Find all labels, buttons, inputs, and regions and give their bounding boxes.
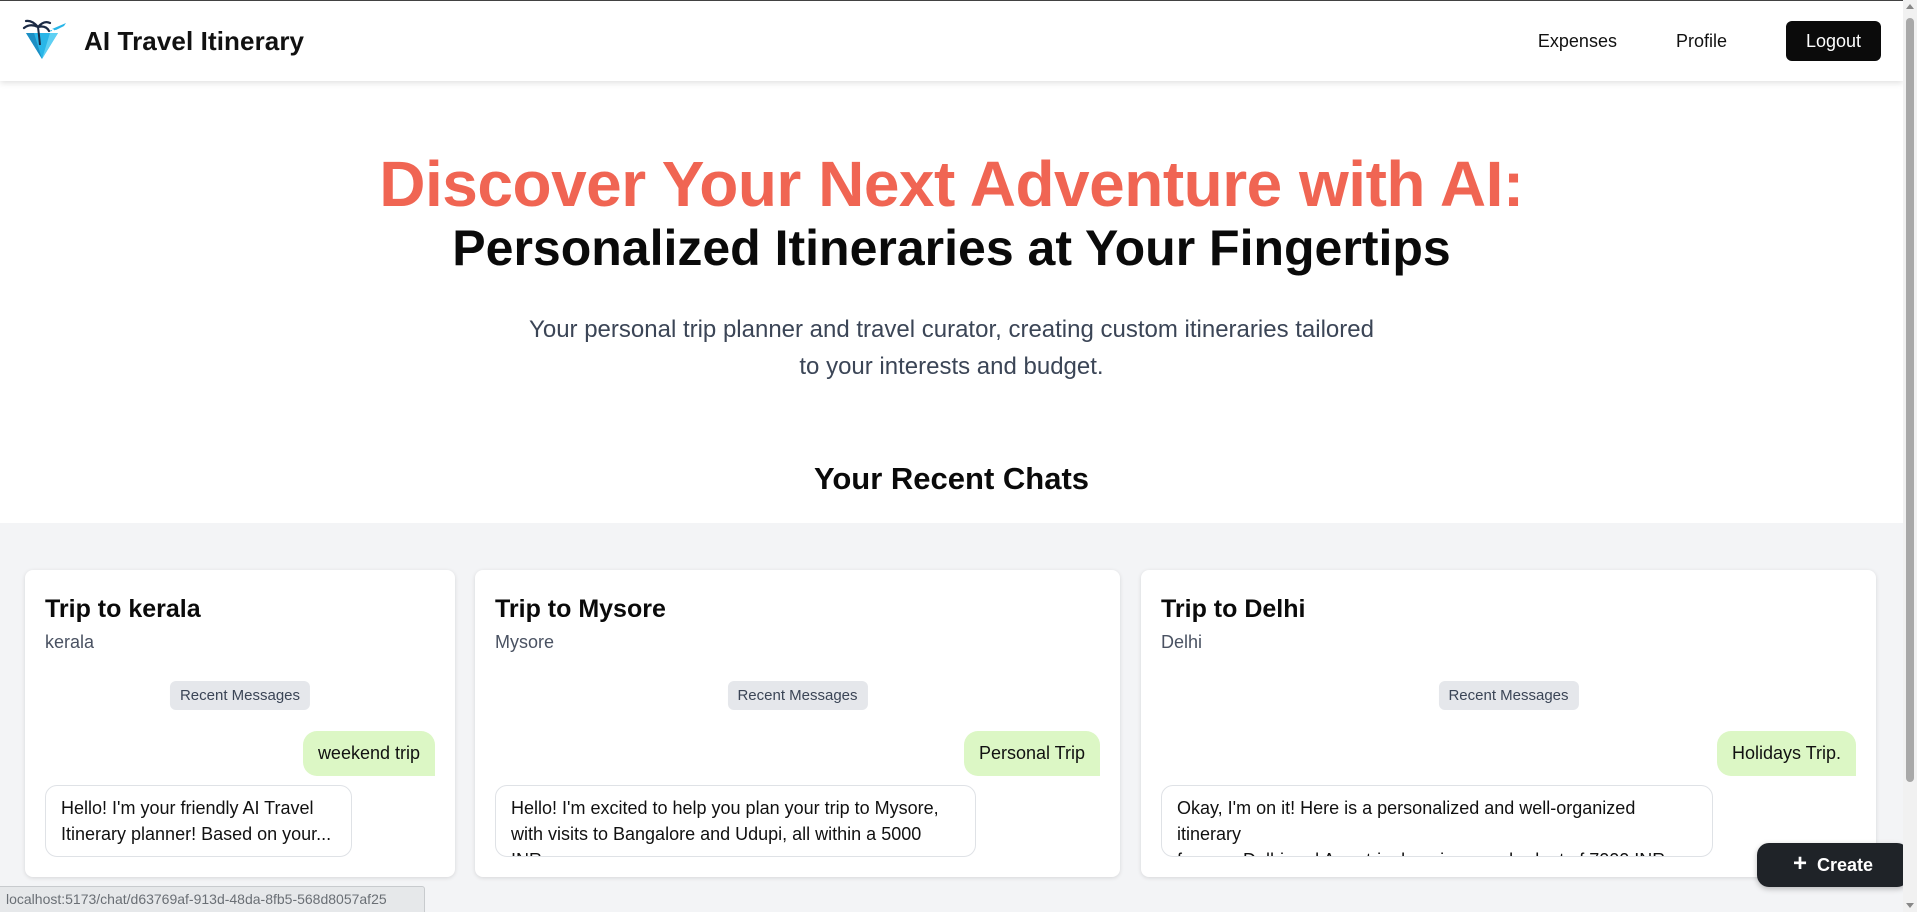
browser-status-url: localhost:5173/chat/d63769af-913d-48da-8… — [0, 886, 425, 912]
recent-messages-badge: Recent Messages — [727, 681, 868, 710]
recent-messages-badge: Recent Messages — [169, 681, 311, 710]
ai-message-line: Itinerary planner! Based on your... — [61, 824, 332, 844]
nav-expenses-link[interactable]: Expenses — [1538, 31, 1617, 52]
hero-description: Your personal trip planner and travel cu… — [529, 316, 1374, 380]
hero-subheadline: Personalized Itineraries at Your Fingert… — [452, 220, 1451, 276]
ai-message-bubble: Okay, I'm on it! Here is a personalized … — [1161, 785, 1713, 857]
palm-diamond-plane-logo-icon — [22, 19, 66, 59]
create-button-label: Create — [1816, 854, 1874, 875]
ai-message-line: Okay, I'm on it! Here is a personalized … — [1177, 798, 1636, 844]
vertical-scrollbar[interactable] — [1903, 0, 1917, 912]
ai-message-line: Hello! I'm your friendly AI Travel — [61, 798, 314, 818]
chat-card-title: Trip to Delhi — [1161, 595, 1306, 623]
chat-card-destination: kerala — [45, 632, 95, 652]
ai-message-bubble: Hello! I'm your friendly AI Travel Itine… — [45, 785, 352, 857]
recent-chats-title: Your Recent Chats — [813, 461, 1090, 496]
chat-card-destination: Delhi — [1161, 632, 1203, 652]
user-message-bubble: weekend trip — [302, 731, 435, 776]
hero-headline: Discover Your Next Adventure with AI: — [379, 148, 1524, 220]
ai-message-line: for your Delhi and Agra trip, keeping yo… — [1177, 847, 1697, 856]
chat-card-kerala[interactable]: Trip to kerala kerala Recent Messages we… — [25, 570, 455, 877]
chat-card-delhi[interactable]: Trip to Delhi Delhi Recent Messages Holi… — [1141, 570, 1876, 877]
logout-button[interactable]: Logout — [1786, 21, 1881, 61]
create-chat-button[interactable]: + Create — [1757, 843, 1909, 887]
scroll-up-arrow-icon[interactable] — [1906, 4, 1914, 9]
recent-messages-badge: Recent Messages — [1438, 681, 1579, 710]
plus-icon: + — [1792, 850, 1807, 877]
chat-card-title: Trip to Mysore — [495, 595, 666, 623]
chat-card-mysore[interactable]: Trip to Mysore Mysore Recent Messages Pe… — [475, 570, 1120, 877]
recent-chats-section: Trip to kerala kerala Recent Messages we… — [0, 523, 1903, 912]
top-navbar: AI Travel Itinerary Expenses Profile Log… — [0, 1, 1903, 81]
scroll-down-arrow-icon[interactable] — [1906, 903, 1914, 908]
ai-message-line: Hello! I'm excited to help you plan your… — [511, 798, 939, 818]
ai-message-line: with visits to Bangalore and Udupi, all … — [511, 824, 922, 856]
brand[interactable]: AI Travel Itinerary — [20, 19, 304, 63]
chat-card-destination: Mysore — [495, 632, 555, 652]
app-title: AI Travel Itinerary — [84, 25, 305, 56]
nav-profile-link[interactable]: Profile — [1676, 31, 1727, 52]
main-nav: Expenses Profile Logout — [1538, 21, 1881, 61]
chat-card-title: Trip to kerala — [45, 595, 201, 623]
hero-section: Discover Your Next Adventure with AI: Pe… — [0, 81, 1903, 523]
scrollbar-thumb[interactable] — [1906, 18, 1914, 782]
ai-message-bubble: Hello! I'm excited to help you plan your… — [495, 785, 976, 857]
user-message-bubble: Holidays Trip. — [1716, 731, 1856, 776]
user-message-bubble: Personal Trip — [963, 731, 1100, 776]
